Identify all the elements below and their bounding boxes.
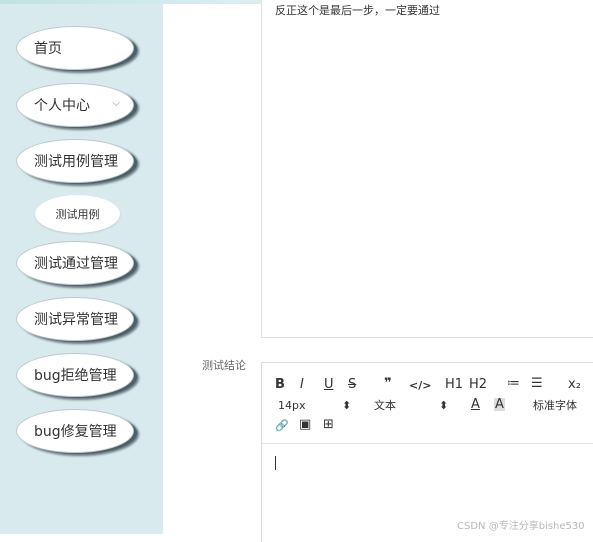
content-textarea[interactable]: 反正这个是最后一步，一定要通过 <box>261 0 593 338</box>
content-text: 反正这个是最后一步，一定要通过 <box>275 4 440 17</box>
code-button[interactable]: </> <box>409 380 431 391</box>
underline-button[interactable]: U <box>324 378 334 391</box>
italic-button[interactable]: I <box>300 378 304 391</box>
text-cursor <box>275 456 276 470</box>
sidebar-item-personal-center[interactable]: 个人中心 ⌵ <box>16 83 134 127</box>
bold-button[interactable]: B <box>275 378 285 391</box>
ordered-list-icon[interactable]: ≔ <box>507 377 520 390</box>
sidebar-item-label: 个人中心 <box>34 98 90 114</box>
strikethrough-button[interactable]: S <box>348 378 356 391</box>
font-size-select[interactable]: 14px <box>278 400 306 411</box>
quote-button[interactable]: ❞ <box>384 377 392 390</box>
bullet-list-icon[interactable]: ☰ <box>531 377 543 390</box>
editor-toolbar: B I U S ❞ </> H1 H2 ≔ ☰ x₂ 14px ⬍ 文本 ⬍ A… <box>262 363 593 444</box>
sidebar-item-test-pass-management[interactable]: 测试通过管理 <box>16 241 134 285</box>
sidebar-item-bug-reject-management[interactable]: bug拒绝管理 <box>16 353 134 397</box>
font-size-arrow-icon: ⬍ <box>342 399 352 412</box>
rich-text-editor: B I U S ❞ </> H1 H2 ≔ ☰ x₂ 14px ⬍ 文本 ⬍ A… <box>261 362 593 542</box>
sidebar-item-label: 首页 <box>34 41 62 57</box>
sidebar-item-label: bug修复管理 <box>34 424 117 440</box>
sidebar-item-label: 测试通过管理 <box>34 256 118 272</box>
sidebar-item-bug-fix-management[interactable]: bug修复管理 <box>16 409 134 453</box>
watermark: CSDN @专注分享bishe530 <box>457 521 585 532</box>
video-icon[interactable]: ⊞ <box>323 418 334 431</box>
sidebar-item-test-case-management[interactable]: 测试用例管理 <box>16 139 134 183</box>
sidebar-item-home[interactable]: 首页 <box>16 26 134 70</box>
background-color-button[interactable]: A <box>494 398 505 411</box>
sidebar-item-test-exception-management[interactable]: 测试异常管理 <box>16 297 134 341</box>
conclusion-label: 测试结论 <box>202 359 246 372</box>
sidebar-item-label: 测试用例管理 <box>34 154 118 170</box>
subscript-button[interactable]: x₂ <box>568 378 581 391</box>
image-icon[interactable]: ▣ <box>299 418 311 431</box>
link-icon[interactable]: 🔗 <box>275 420 289 431</box>
h2-button[interactable]: H2 <box>469 378 487 391</box>
font-family-select[interactable]: 标准字体 <box>533 400 577 411</box>
font-color-button[interactable]: A <box>471 398 480 411</box>
paragraph-arrow-icon: ⬍ <box>439 399 449 412</box>
sidebar-item-label: bug拒绝管理 <box>34 368 117 384</box>
sidebar-subitem-label: 测试用例 <box>55 208 100 221</box>
sidebar-subitem-test-case[interactable]: 测试用例 <box>35 195 120 233</box>
chevron-down-icon: ⌵ <box>112 98 120 109</box>
h1-button[interactable]: H1 <box>445 378 463 391</box>
sidebar: 首页 个人中心 ⌵ 测试用例管理 测试用例 测试通过管理 测试异常管理 bug拒… <box>0 4 163 534</box>
sidebar-item-label: 测试异常管理 <box>34 312 118 328</box>
paragraph-select[interactable]: 文本 <box>374 400 396 411</box>
